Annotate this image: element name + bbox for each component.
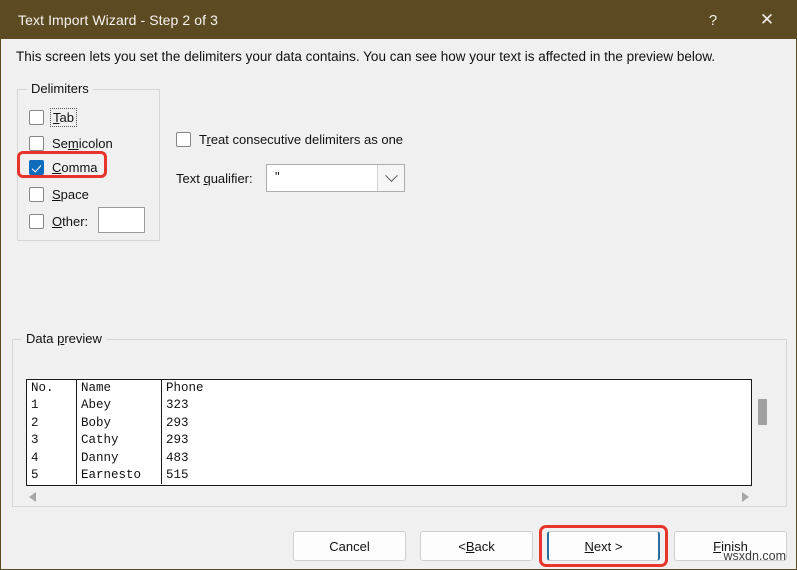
delimiters-group-label: Delimiters — [27, 81, 93, 96]
instruction-text: This screen lets you set the delimiters … — [16, 49, 716, 64]
checkbox-tab-label: Tab — [50, 107, 77, 127]
data-preview-table: No. 1 2 3 4 5 Name Abey Boby Cathy Danny Earnesto … — [27, 380, 204, 485]
preview-cell: 293 — [166, 415, 189, 430]
cancel-button[interactable]: Cancel — [293, 531, 406, 561]
text-qualifier-label: Text qualifier: — [176, 171, 253, 186]
watermark: wsxdn.com — [723, 549, 786, 563]
preview-cell: 2 — [31, 415, 39, 430]
preview-column-0: No. 1 2 3 4 5 — [27, 380, 76, 484]
data-preview-group-label: Data preview — [22, 331, 106, 346]
checkbox-space-box[interactable] — [29, 186, 44, 202]
preview-cell: Boby — [81, 415, 112, 430]
text-qualifier-value: " — [275, 169, 280, 184]
next-button[interactable]: Next > — [547, 531, 660, 561]
close-icon[interactable]: ✕ — [744, 1, 790, 39]
checkbox-other-box[interactable] — [29, 213, 44, 229]
checkbox-treat-consecutive-box[interactable] — [176, 131, 191, 147]
title-bar: Text Import Wizard - Step 2 of 3 ? ✕ — [1, 1, 796, 39]
help-icon[interactable]: ? — [690, 1, 736, 39]
scroll-right-arrow-icon[interactable] — [742, 492, 749, 502]
preview-cell: Abey — [81, 398, 112, 413]
checkbox-other-label: Other: — [52, 213, 89, 229]
window-title: Text Import Wizard - Step 2 of 3 — [18, 12, 219, 28]
checkbox-comma[interactable]: Comma — [29, 158, 98, 176]
checkbox-other[interactable]: Other: — [29, 212, 88, 230]
preview-cell: Phone — [166, 381, 204, 395]
preview-cell: Name — [81, 381, 112, 395]
checkbox-comma-box[interactable] — [29, 159, 44, 175]
other-delimiter-input[interactable] — [98, 207, 145, 233]
checkbox-treat-consecutive-label: Treat consecutive delimiters as one — [199, 131, 404, 147]
preview-cell: 4 — [31, 450, 39, 465]
checkbox-comma-label: Comma — [52, 159, 98, 175]
preview-cell: 323 — [166, 398, 189, 413]
scroll-left-arrow-icon[interactable] — [29, 492, 36, 502]
text-qualifier-select[interactable]: " — [266, 164, 405, 192]
preview-cell: 5 — [31, 467, 39, 482]
preview-cell: Danny — [81, 450, 119, 465]
checkbox-semicolon-label: Semicolon — [52, 135, 113, 151]
preview-horizontal-scrollbar[interactable] — [26, 488, 752, 505]
checkbox-tab-box[interactable] — [29, 109, 44, 125]
checkbox-space-label: Space — [52, 186, 89, 202]
preview-column-1: Name Abey Boby Cathy Danny Earnesto — [76, 380, 161, 485]
preview-cell: 483 — [166, 450, 189, 465]
checkbox-treat-consecutive[interactable]: Treat consecutive delimiters as one — [176, 130, 403, 148]
checkbox-tab[interactable]: Tab — [29, 107, 77, 127]
preview-cell: 1 — [31, 398, 39, 413]
preview-cell: Earnesto — [81, 467, 142, 482]
preview-cell: 3 — [31, 433, 39, 448]
preview-cell: 515 — [166, 467, 189, 482]
checkbox-space[interactable]: Space — [29, 185, 89, 203]
preview-column-2: Phone 323 293 293 483 515 — [161, 380, 751, 485]
preview-cell: 293 — [166, 433, 189, 448]
preview-cell: No. — [31, 381, 54, 395]
preview-cell: Cathy — [81, 433, 119, 448]
chevron-down-icon[interactable] — [377, 165, 404, 191]
back-button[interactable]: < Back — [420, 531, 533, 561]
text-import-wizard-dialog: Text Import Wizard - Step 2 of 3 ? ✕ Thi… — [0, 0, 797, 570]
checkbox-semicolon[interactable]: Semicolon — [29, 134, 113, 152]
preview-vertical-scrollbar-thumb[interactable] — [758, 399, 767, 425]
data-preview-box[interactable]: No. 1 2 3 4 5 Name Abey Boby Cathy Danny Earnesto … — [26, 379, 752, 486]
checkbox-semicolon-box[interactable] — [29, 135, 44, 151]
